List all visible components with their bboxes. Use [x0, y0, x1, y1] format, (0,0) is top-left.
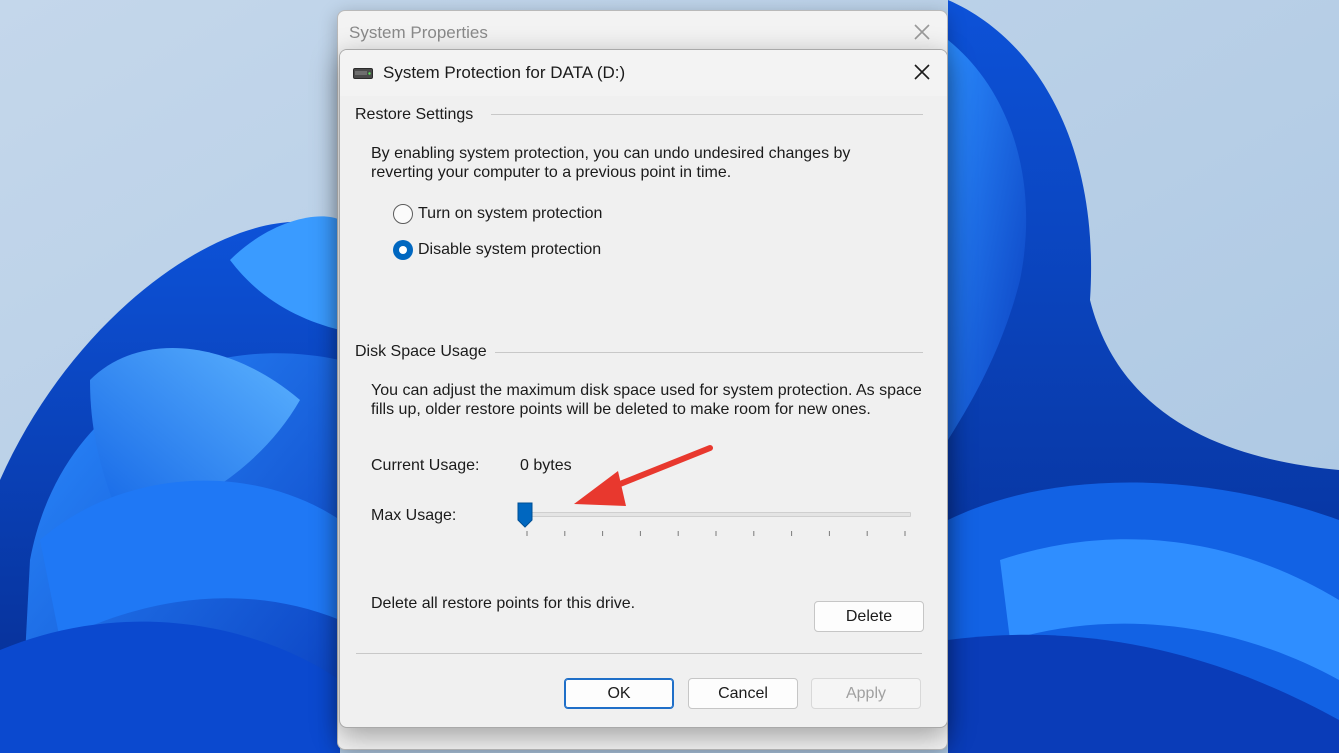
footer-separator: [356, 653, 922, 654]
drive-icon: [353, 68, 373, 79]
disk-description-line-2: fills up, older restore points will be d…: [371, 401, 871, 418]
close-icon[interactable]: [911, 21, 933, 43]
disk-space-heading: Disk Space Usage: [355, 343, 487, 360]
restore-description-line-1: By enabling system protection, you can u…: [371, 145, 851, 162]
current-usage-label: Current Usage:: [371, 457, 480, 474]
disable-protection-radio[interactable]: [393, 240, 413, 260]
restore-settings-heading: Restore Settings: [355, 106, 474, 123]
disable-protection-label[interactable]: Disable system protection: [418, 241, 601, 259]
cancel-button[interactable]: Cancel: [688, 678, 798, 709]
restore-description-line-2: reverting your computer to a previous po…: [371, 164, 732, 181]
group-divider: [491, 114, 923, 115]
turn-on-protection-label[interactable]: Turn on system protection: [418, 205, 602, 223]
max-usage-slider-track[interactable]: [521, 512, 911, 517]
slider-thumb-icon[interactable]: [517, 502, 533, 528]
disk-description-line-1: You can adjust the maximum disk space us…: [371, 382, 922, 399]
dialog-title: System Protection for DATA (D:): [383, 63, 626, 82]
delete-description: Delete all restore points for this drive…: [371, 595, 636, 612]
close-icon[interactable]: [911, 61, 933, 83]
system-properties-title: System Properties: [349, 23, 488, 42]
apply-button: Apply: [811, 678, 921, 709]
system-protection-dialog: System Protection for DATA (D:) Restore …: [339, 49, 948, 728]
max-usage-label: Max Usage:: [371, 507, 457, 524]
group-divider: [495, 352, 923, 353]
ok-button[interactable]: OK: [564, 678, 674, 709]
turn-on-protection-radio[interactable]: [393, 204, 413, 224]
current-usage-value: 0 bytes: [520, 457, 572, 474]
slider-ticks: [526, 531, 906, 536]
delete-button[interactable]: Delete: [814, 601, 924, 632]
